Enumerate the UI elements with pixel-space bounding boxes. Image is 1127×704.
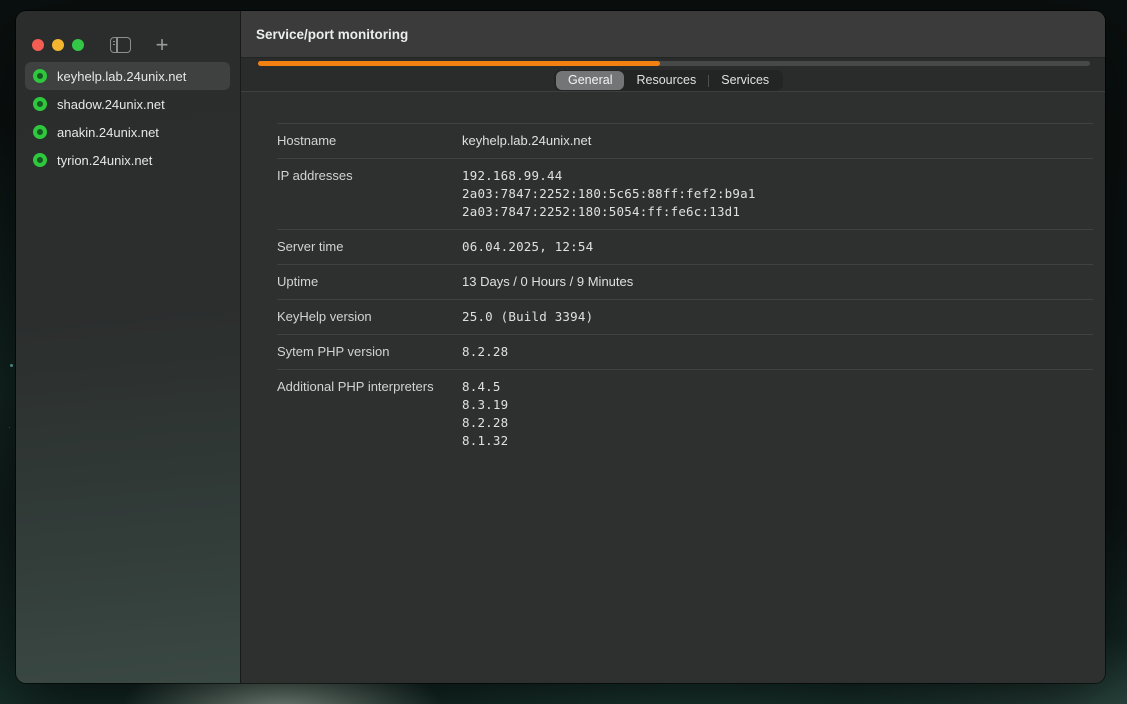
row-value: 8.2.28 bbox=[462, 343, 508, 361]
server-hostname: keyhelp.lab.24unix.net bbox=[57, 69, 186, 84]
tab-bar: General Resources Services bbox=[241, 58, 1105, 92]
page-title: Service/port monitoring bbox=[256, 27, 408, 42]
row-value: keyhelp.lab.24unix.net bbox=[462, 132, 591, 150]
detail-row-additional-php: Additional PHP interpreters 8.4.5 8.3.19… bbox=[277, 369, 1093, 458]
window-controls bbox=[32, 39, 84, 51]
wallpaper-dot bbox=[10, 364, 13, 367]
server-hostname: tyrion.24unix.net bbox=[57, 153, 152, 168]
row-value: 25.0 (Build 3394) bbox=[462, 308, 593, 326]
main-pane: Service/port monitoring General Resource… bbox=[241, 11, 1105, 683]
ip-v6-2: 2a03:7847:2252:180:5054:ff:fe6c:13d1 bbox=[462, 203, 756, 221]
row-label: KeyHelp version bbox=[277, 308, 462, 326]
php-version: 8.3.19 bbox=[462, 396, 508, 414]
sidebar-item-tyrion[interactable]: tyrion.24unix.net bbox=[25, 146, 230, 174]
row-label: Sytem PHP version bbox=[277, 343, 462, 361]
status-online-icon bbox=[33, 69, 47, 83]
sidebar: + keyhelp.lab.24unix.net shadow.24unix.n… bbox=[16, 11, 241, 683]
server-list: keyhelp.lab.24unix.net shadow.24unix.net… bbox=[16, 62, 240, 174]
row-value: 192.168.99.44 2a03:7847:2252:180:5c65:88… bbox=[462, 167, 756, 221]
server-hostname: shadow.24unix.net bbox=[57, 97, 165, 112]
row-label: Hostname bbox=[277, 132, 462, 150]
ip-v4: 192.168.99.44 bbox=[462, 167, 756, 185]
desktop: + keyhelp.lab.24unix.net shadow.24unix.n… bbox=[0, 0, 1127, 704]
tab-general[interactable]: General bbox=[556, 71, 624, 90]
detail-row-system-php-version: Sytem PHP version 8.2.28 bbox=[277, 334, 1093, 369]
server-hostname: anakin.24unix.net bbox=[57, 125, 159, 140]
progress-bar-fill bbox=[258, 61, 660, 66]
ip-v6-1: 2a03:7847:2252:180:5c65:88ff:fef2:b9a1 bbox=[462, 185, 756, 203]
general-details: Hostname keyhelp.lab.24unix.net IP addre… bbox=[241, 92, 1105, 683]
close-window-button[interactable] bbox=[32, 39, 44, 51]
row-label: IP addresses bbox=[277, 167, 462, 221]
php-version: 8.2.28 bbox=[462, 414, 508, 432]
detail-row-ip-addresses: IP addresses 192.168.99.44 2a03:7847:225… bbox=[277, 158, 1093, 229]
tab-services[interactable]: Services bbox=[709, 71, 781, 90]
add-server-button[interactable]: + bbox=[150, 33, 174, 57]
php-version: 8.4.5 bbox=[462, 378, 508, 396]
status-online-icon bbox=[33, 153, 47, 167]
row-label: Additional PHP interpreters bbox=[277, 378, 462, 450]
sidebar-item-keyhelp[interactable]: keyhelp.lab.24unix.net bbox=[25, 62, 230, 90]
row-value: 06.04.2025, 12:54 bbox=[462, 238, 593, 256]
row-value: 13 Days / 0 Hours / 9 Minutes bbox=[462, 273, 633, 291]
row-label: Server time bbox=[277, 238, 462, 256]
toggle-sidebar-icon[interactable] bbox=[110, 37, 131, 53]
titlebar: Service/port monitoring bbox=[241, 11, 1105, 58]
app-window: + keyhelp.lab.24unix.net shadow.24unix.n… bbox=[16, 11, 1105, 683]
progress-bar bbox=[258, 61, 1090, 66]
zoom-window-button[interactable] bbox=[72, 39, 84, 51]
row-value: 8.4.5 8.3.19 8.2.28 8.1.32 bbox=[462, 378, 508, 450]
minimize-window-button[interactable] bbox=[52, 39, 64, 51]
segmented-control: General Resources Services bbox=[554, 70, 783, 91]
status-online-icon bbox=[33, 125, 47, 139]
detail-row-server-time: Server time 06.04.2025, 12:54 bbox=[277, 229, 1093, 264]
row-label: Uptime bbox=[277, 273, 462, 291]
sidebar-item-anakin[interactable]: anakin.24unix.net bbox=[25, 118, 230, 146]
sidebar-item-shadow[interactable]: shadow.24unix.net bbox=[25, 90, 230, 118]
detail-row-hostname: Hostname keyhelp.lab.24unix.net bbox=[277, 123, 1093, 158]
detail-row-uptime: Uptime 13 Days / 0 Hours / 9 Minutes bbox=[277, 264, 1093, 299]
tab-resources[interactable]: Resources bbox=[624, 71, 708, 90]
php-version: 8.1.32 bbox=[462, 432, 508, 450]
status-online-icon bbox=[33, 97, 47, 111]
detail-row-keyhelp-version: KeyHelp version 25.0 (Build 3394) bbox=[277, 299, 1093, 334]
